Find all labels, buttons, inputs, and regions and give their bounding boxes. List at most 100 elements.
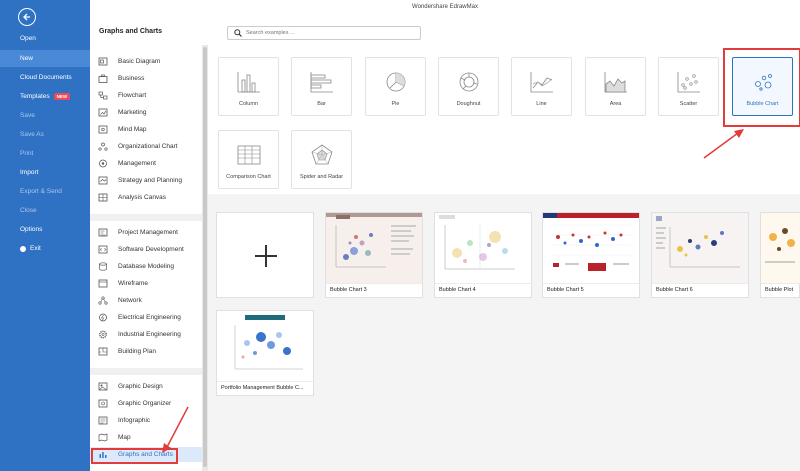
line-chart-icon (530, 72, 553, 93)
template-bubble-chart-6[interactable]: Bubble Chart 6 (651, 212, 749, 298)
page-title: Graphs and Charts (99, 28, 163, 35)
electrical-icon (98, 313, 108, 322)
nav-templates[interactable]: Templates NEW (0, 88, 90, 105)
nav-exit[interactable]: Exit (0, 240, 90, 257)
nav-new[interactable]: New (0, 50, 90, 67)
gear-icon (98, 330, 108, 339)
category-project-management[interactable]: Project Management (90, 225, 202, 240)
nav-import[interactable]: Import (0, 164, 90, 181)
chart-type-comparison[interactable]: Comparison Chart (218, 130, 279, 189)
network-icon (98, 296, 108, 305)
template-bubble-chart-4[interactable]: Bubble Chart 4 (434, 212, 532, 298)
flowchart-icon (98, 91, 108, 100)
category-mind-map[interactable]: Mind Map (90, 122, 202, 137)
chart-type-line[interactable]: Line (511, 57, 572, 116)
template-portfolio-management-bubble-chart[interactable]: Portfolio Management Bubble C... (216, 310, 314, 396)
template-blank[interactable] (216, 212, 314, 298)
category-strategy-planning[interactable]: Strategy and Planning (90, 173, 202, 188)
category-wireframe[interactable]: Wireframe (90, 276, 202, 291)
category-divider (90, 214, 202, 221)
graphic-organizer-icon (98, 399, 108, 408)
marketing-icon (98, 108, 108, 117)
window-title: Wondershare EdrawMax (412, 4, 478, 10)
nav-open[interactable]: Open (0, 30, 90, 47)
nav-save-as[interactable]: Save As (0, 126, 90, 143)
bar-chart-icon (310, 72, 333, 93)
category-analysis-canvas[interactable]: Analysis Canvas (90, 190, 202, 205)
building-plan-icon (98, 347, 108, 356)
category-building-plan[interactable]: Building Plan (90, 344, 202, 359)
category-management[interactable]: Management (90, 156, 202, 171)
area-chart-icon (604, 72, 627, 93)
annotation-arrow-bubble (703, 129, 744, 159)
map-icon (98, 433, 108, 442)
back-button[interactable] (18, 8, 36, 26)
briefcase-icon (98, 74, 108, 83)
management-icon (98, 159, 108, 168)
software-icon (98, 245, 108, 254)
mind-map-icon (98, 125, 108, 134)
search-icon (234, 29, 242, 37)
template-bubble-plot[interactable]: Bubble Plot (760, 212, 800, 298)
scatter-chart-icon (677, 72, 700, 93)
nav-print[interactable]: Print (0, 145, 90, 162)
nav-export-send[interactable]: Export & Send (0, 183, 90, 200)
search-box (227, 26, 421, 40)
nav-close[interactable]: Close (0, 202, 90, 219)
nav-save[interactable]: Save (0, 107, 90, 124)
chart-type-column[interactable]: Column (218, 57, 279, 116)
database-icon (98, 262, 108, 271)
nav-options[interactable]: Options (0, 221, 90, 238)
template-thumbnail (652, 213, 748, 284)
strategy-icon (98, 176, 108, 185)
category-industrial-engineering[interactable]: Industrial Engineering (90, 327, 202, 342)
category-marketing[interactable]: Marketing (90, 105, 202, 120)
template-gallery: Bubble Chart 3 Bubble Chart 4 Bubble Cha… (208, 202, 800, 471)
graphic-design-icon (98, 382, 108, 391)
chart-type-panel: Column Bar Pie Doughnut Line Area Scatte… (208, 45, 800, 194)
doughnut-chart-icon (459, 72, 479, 92)
main-content: Column Bar Pie Doughnut Line Area Scatte… (208, 45, 800, 471)
template-thumbnail (217, 311, 313, 382)
new-badge: NEW (53, 93, 71, 100)
category-organizational-chart[interactable]: Organizational Chart (90, 139, 202, 154)
canvas-icon (98, 193, 108, 202)
scrollbar-thumb[interactable] (203, 47, 207, 467)
exit-icon (20, 245, 26, 252)
chart-type-scatter[interactable]: Scatter (658, 57, 719, 116)
nav-cloud-documents[interactable]: Cloud Documents (0, 69, 90, 86)
chart-type-spider-radar[interactable]: Spider and Radar (291, 130, 352, 189)
category-divider (90, 368, 202, 375)
pie-chart-icon (386, 72, 406, 92)
basic-diagram-icon (98, 57, 108, 66)
infographic-icon (98, 416, 108, 425)
chart-type-doughnut[interactable]: Doughnut (438, 57, 499, 116)
category-basic-diagram[interactable]: Basic Diagram (90, 54, 202, 69)
column-chart-icon (237, 72, 260, 93)
plus-icon (255, 245, 277, 267)
category-business[interactable]: Business (90, 71, 202, 86)
template-thumbnail (543, 213, 639, 284)
category-electrical-engineering[interactable]: Electrical Engineering (90, 310, 202, 325)
category-flowchart[interactable]: Flowchart (90, 88, 202, 103)
template-thumbnail (761, 213, 800, 284)
arrow-left-icon (23, 13, 30, 21)
highlight-box-bubble-chart (723, 48, 800, 127)
template-bubble-chart-5[interactable]: Bubble Chart 5 (542, 212, 640, 298)
wireframe-icon (98, 279, 108, 288)
chart-type-area[interactable]: Area (585, 57, 646, 116)
project-management-icon (98, 228, 108, 237)
chart-type-bar[interactable]: Bar (291, 57, 352, 116)
radar-chart-icon (311, 144, 333, 165)
window-title-bar: Wondershare EdrawMax (90, 0, 800, 20)
content-header: Graphs and Charts (90, 20, 800, 45)
category-network[interactable]: Network (90, 293, 202, 308)
category-database-modeling[interactable]: Database Modeling (90, 259, 202, 274)
category-software-development[interactable]: Software Development (90, 242, 202, 257)
search-input[interactable] (246, 30, 416, 36)
template-thumbnail (326, 213, 422, 284)
chart-type-pie[interactable]: Pie (365, 57, 426, 116)
category-graphic-design[interactable]: Graphic Design (90, 379, 202, 394)
template-bubble-chart-3[interactable]: Bubble Chart 3 (325, 212, 423, 298)
org-chart-icon (98, 142, 108, 151)
